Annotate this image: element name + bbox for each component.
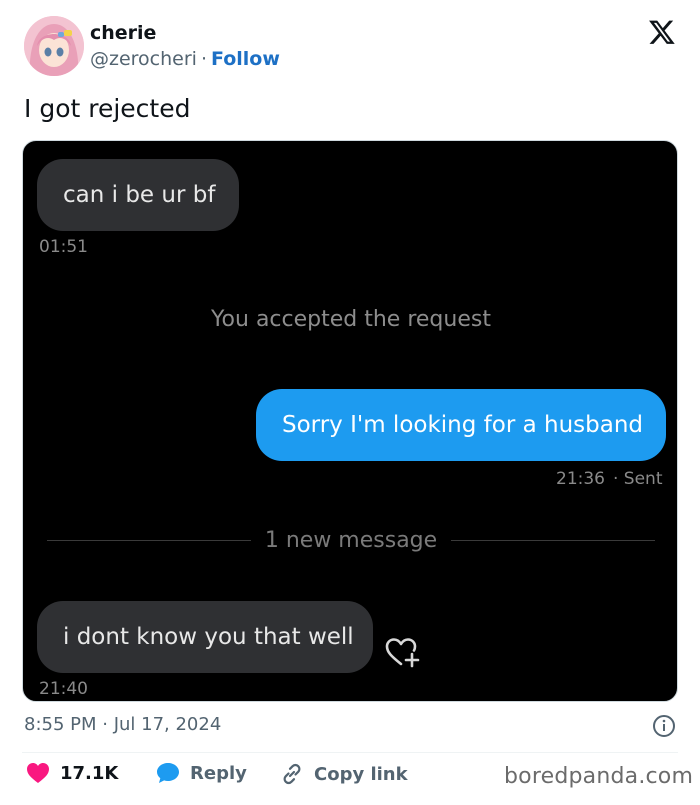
author-handle[interactable]: @zerocheri <box>90 48 197 70</box>
x-logo-icon[interactable] <box>648 18 676 46</box>
divider <box>22 752 678 753</box>
message-bubble-outgoing: Sorry I'm looking for a husband <box>256 389 666 461</box>
message-bubble-incoming: i dont know you that well <box>37 601 373 673</box>
message-time: 21:36 <box>556 469 605 489</box>
heart-icon <box>27 763 49 783</box>
heart-plus-icon <box>385 637 421 669</box>
like-button[interactable]: 17.1K <box>26 762 118 784</box>
dm-screenshot-image[interactable]: can i be ur bf 01:51 You accepted the re… <box>22 140 678 702</box>
system-notice: You accepted the request <box>211 307 491 332</box>
message-text: Sorry I'm looking for a husband <box>282 412 644 438</box>
new-message-divider: 1 new message <box>47 525 656 555</box>
author-handle-row: @zerocheri · Follow <box>90 48 280 70</box>
copy-link-label: Copy link <box>314 763 408 785</box>
message-text: can i be ur bf <box>63 182 216 208</box>
watermark: boredpanda.com <box>504 764 694 789</box>
new-message-label: 1 new message <box>264 527 438 553</box>
like-count: 17.1K <box>60 762 119 784</box>
message-bubble-incoming: can i be ur bf <box>37 159 239 231</box>
reply-button[interactable]: Reply <box>156 762 247 784</box>
tweet-timestamp[interactable]: 8:55 PM · Jul 17, 2024 <box>24 714 221 735</box>
message-status: · Sent <box>613 469 663 489</box>
divider-line <box>47 539 251 541</box>
tweet-text: I got rejected <box>24 94 191 123</box>
follow-button[interactable]: Follow <box>211 48 280 70</box>
message-time: 01:51 <box>39 237 88 257</box>
handle-separator: · <box>200 48 207 70</box>
avatar[interactable] <box>24 16 84 76</box>
divider-line <box>451 539 656 541</box>
message-time: 21:40 <box>39 679 88 699</box>
info-icon[interactable] <box>652 714 676 738</box>
link-icon <box>283 763 301 785</box>
reply-label: Reply <box>190 762 247 784</box>
author-name[interactable]: cherie <box>90 22 156 44</box>
copy-link-button[interactable]: Copy link <box>280 762 408 786</box>
message-text: i dont know you that well <box>63 624 354 650</box>
reply-bubble-icon <box>157 763 179 783</box>
